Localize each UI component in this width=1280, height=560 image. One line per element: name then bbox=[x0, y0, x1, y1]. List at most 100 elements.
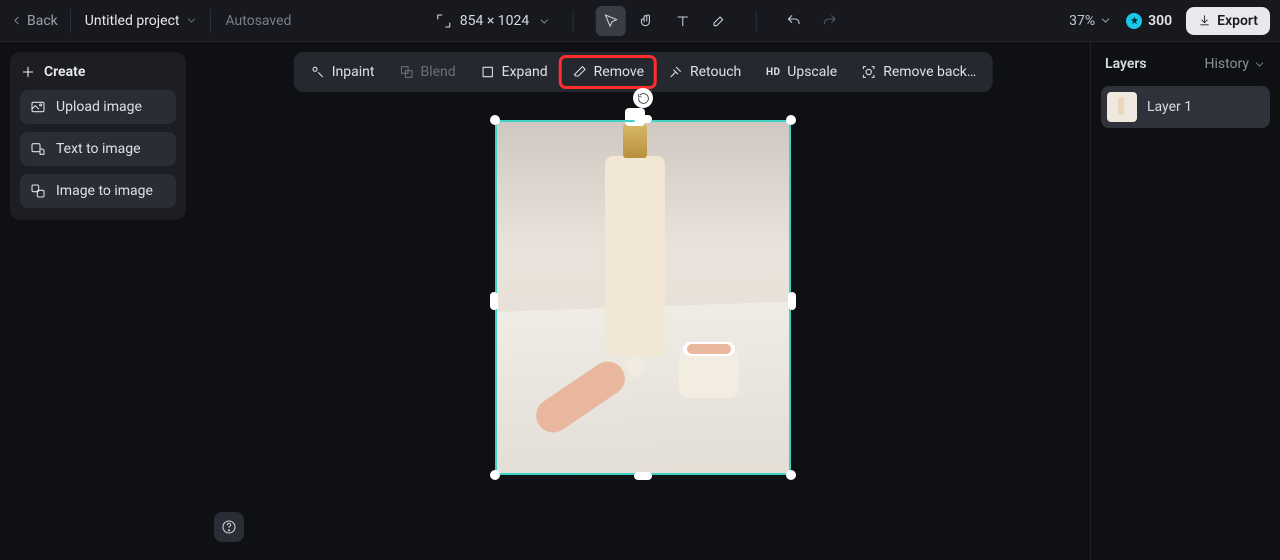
chevron-down-icon bbox=[537, 15, 550, 28]
blend-action: Blend bbox=[388, 58, 465, 86]
history-tools bbox=[778, 6, 844, 36]
resize-handle-t[interactable] bbox=[634, 115, 652, 123]
remove-action[interactable]: Remove bbox=[562, 58, 654, 86]
credit-icon bbox=[1126, 13, 1142, 29]
topbar-right: 37% 300 Export bbox=[1069, 7, 1270, 35]
divider bbox=[755, 10, 756, 32]
blend-icon bbox=[398, 64, 414, 80]
expand-label: Expand bbox=[502, 64, 548, 80]
redo-button[interactable] bbox=[814, 6, 844, 36]
dimensions-value: 854 × 1024 bbox=[460, 13, 530, 29]
download-icon bbox=[1198, 14, 1211, 27]
resize-handle-br[interactable] bbox=[786, 470, 796, 480]
resize-handle-r[interactable] bbox=[788, 292, 796, 310]
zoom-selector[interactable]: 37% bbox=[1069, 13, 1112, 29]
retouch-label: Retouch bbox=[690, 64, 741, 80]
remove-label: Remove bbox=[594, 64, 644, 80]
text-to-image-button[interactable]: Text to image bbox=[20, 132, 176, 166]
brush-tool[interactable] bbox=[703, 6, 733, 36]
main-area: Create Upload image Text to image Image … bbox=[0, 42, 1280, 560]
layers-tab[interactable]: Layers bbox=[1105, 56, 1147, 72]
chevron-left-icon bbox=[10, 14, 23, 27]
selected-image[interactable] bbox=[495, 120, 791, 475]
retouch-action[interactable]: Retouch bbox=[658, 58, 751, 86]
create-panel: Create Upload image Text to image Image … bbox=[10, 52, 186, 220]
export-label: Export bbox=[1217, 13, 1258, 29]
eraser-icon bbox=[572, 64, 588, 80]
remove-bg-label: Remove back… bbox=[883, 64, 976, 80]
inpaint-action[interactable]: Inpaint bbox=[300, 58, 385, 86]
remove-bg-icon bbox=[861, 64, 877, 80]
inpaint-icon bbox=[310, 64, 326, 80]
upload-image-icon bbox=[30, 99, 46, 115]
credits-value: 300 bbox=[1148, 13, 1172, 29]
help-button[interactable] bbox=[214, 512, 244, 542]
remove-background-action[interactable]: Remove back… bbox=[851, 58, 986, 86]
plus-icon bbox=[20, 64, 36, 80]
topbar-left: Back Untitled project Autosaved bbox=[10, 9, 291, 33]
layer-label: Layer 1 bbox=[1147, 99, 1192, 115]
upload-image-label: Upload image bbox=[56, 99, 142, 115]
image-to-image-button[interactable]: Image to image bbox=[20, 174, 176, 208]
layer-item[interactable]: Layer 1 bbox=[1101, 86, 1270, 128]
inpaint-label: Inpaint bbox=[332, 64, 375, 80]
project-name: Untitled project bbox=[85, 13, 180, 29]
selection-outline bbox=[495, 120, 791, 475]
text-icon bbox=[674, 13, 690, 29]
canvas-dimensions[interactable]: 854 × 1024 bbox=[436, 13, 551, 29]
left-sidebar: Create Upload image Text to image Image … bbox=[0, 42, 196, 560]
image-actions-bar: Inpaint Blend Expand Remove Retouch HD U… bbox=[294, 52, 993, 92]
history-tab[interactable]: History bbox=[1204, 56, 1266, 72]
chevron-down-icon bbox=[1253, 58, 1266, 71]
expand-icon bbox=[480, 64, 496, 80]
chevron-down-icon bbox=[1099, 14, 1112, 27]
topbar-center: 854 × 1024 bbox=[436, 0, 845, 42]
layers-header: Layers History bbox=[1097, 46, 1274, 82]
rotate-icon bbox=[637, 92, 650, 105]
back-label: Back bbox=[27, 13, 58, 29]
create-heading: Create bbox=[20, 64, 176, 80]
hand-tool[interactable] bbox=[631, 6, 661, 36]
back-button[interactable]: Back bbox=[10, 9, 71, 33]
resize-handle-tr[interactable] bbox=[786, 115, 796, 125]
zoom-value: 37% bbox=[1069, 13, 1095, 29]
help-icon bbox=[221, 519, 237, 535]
retouch-icon bbox=[668, 64, 684, 80]
export-button[interactable]: Export bbox=[1186, 7, 1270, 35]
right-sidebar: Layers History Layer 1 bbox=[1090, 42, 1280, 560]
chevron-down-icon bbox=[185, 14, 198, 27]
text-to-image-label: Text to image bbox=[56, 141, 141, 157]
hd-icon: HD bbox=[765, 64, 781, 80]
redo-icon bbox=[821, 13, 837, 29]
resize-handle-bl[interactable] bbox=[490, 470, 500, 480]
resize-handle-b[interactable] bbox=[634, 472, 652, 480]
upscale-label: Upscale bbox=[787, 64, 837, 80]
divider bbox=[572, 10, 573, 32]
upload-image-button[interactable]: Upload image bbox=[20, 90, 176, 124]
autosaved-label: Autosaved bbox=[225, 13, 291, 29]
hand-icon bbox=[638, 13, 654, 29]
project-selector[interactable]: Untitled project bbox=[85, 9, 212, 33]
text-tool[interactable] bbox=[667, 6, 697, 36]
credits-balance[interactable]: 300 bbox=[1126, 13, 1172, 29]
text-to-image-icon bbox=[30, 141, 46, 157]
brush-icon bbox=[710, 13, 726, 29]
undo-button[interactable] bbox=[778, 6, 808, 36]
upscale-action[interactable]: HD Upscale bbox=[755, 58, 847, 86]
cursor-icon bbox=[602, 13, 618, 29]
rotate-handle[interactable] bbox=[633, 88, 653, 108]
resize-handle-l[interactable] bbox=[490, 292, 498, 310]
layers-tab-label: Layers bbox=[1105, 56, 1147, 72]
cursor-tool[interactable] bbox=[595, 6, 625, 36]
resize-icon bbox=[436, 13, 452, 29]
layer-thumbnail bbox=[1107, 92, 1137, 122]
image-to-image-label: Image to image bbox=[56, 183, 153, 199]
resize-handle-tl[interactable] bbox=[490, 115, 500, 125]
canvas[interactable]: Inpaint Blend Expand Remove Retouch HD U… bbox=[196, 42, 1090, 560]
top-bar: Back Untitled project Autosaved 854 × 10… bbox=[0, 0, 1280, 42]
create-title: Create bbox=[44, 64, 85, 80]
image-to-image-icon bbox=[30, 183, 46, 199]
expand-action[interactable]: Expand bbox=[470, 58, 558, 86]
blend-label: Blend bbox=[420, 64, 455, 80]
canvas-tools bbox=[595, 6, 733, 36]
